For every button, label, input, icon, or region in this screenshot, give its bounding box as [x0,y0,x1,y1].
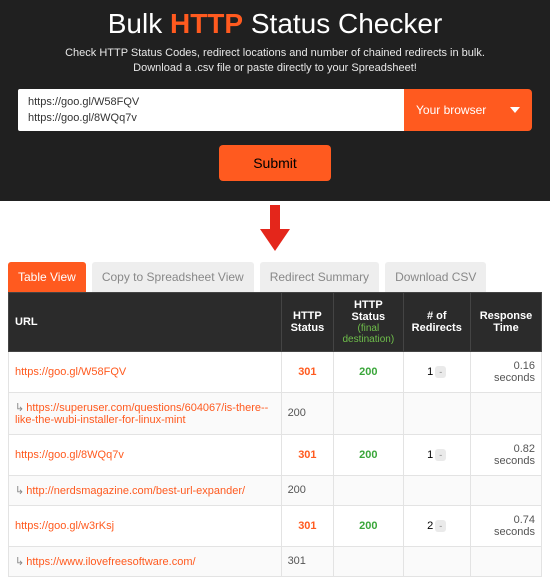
url-link[interactable]: http://nerdsmagazine.com/best-url-expand… [26,485,245,497]
indent-icon: ↳ [15,485,24,497]
expand-icon[interactable]: - [435,366,446,378]
cell-redirects [403,392,470,434]
input-row: Your browser [18,89,532,131]
browser-select-label: Your browser [416,103,486,117]
cell-url: https://goo.gl/8WQq7v [9,434,282,475]
page-title: Bulk HTTP Status Checker [18,8,532,40]
url-input[interactable] [18,89,404,131]
cell-status-final [334,392,403,434]
table-row: https://goo.gl/w3rKsj 3012002-0.74 second… [9,505,542,546]
url-link[interactable]: https://superuser.com/questions/604067/i… [15,402,268,426]
col-redirects: # of Redirects [403,292,470,351]
col-response-time: Response Time [470,292,541,351]
url-link[interactable]: https://www.ilovefreesoftware.com/ [26,556,195,568]
url-link[interactable]: https://goo.gl/W58FQV [15,366,126,378]
table-row: ↳https://superuser.com/questions/604067/… [9,392,542,434]
table-row: ↳http://nerdsmagazine.com/best-url-expan… [9,475,542,505]
col-url: URL [9,292,282,351]
cell-url: ↳https://www.ilovefreesoftware.com/ [9,546,282,576]
cell-status: 301 [281,351,334,392]
indent-icon: ↳ [15,556,24,568]
url-link[interactable]: https://goo.gl/8WQq7v [15,449,124,461]
cell-redirects: 1- [403,434,470,475]
cell-status-final [334,546,403,576]
cell-url: https://goo.gl/w3rKsj [9,505,282,546]
cell-status: 301 [281,434,334,475]
tab-redirect-summary[interactable]: Redirect Summary [260,262,379,292]
expand-icon[interactable]: - [435,520,446,532]
cell-url: https://goo.gl/W58FQV [9,351,282,392]
table-row: https://goo.gl/W58FQV 3012001-0.16 second… [9,351,542,392]
title-accent: HTTP [170,8,243,39]
cell-status-final [334,475,403,505]
subtitle: Check HTTP Status Codes, redirect locati… [65,46,485,77]
browser-select[interactable]: Your browser [404,89,532,131]
cell-redirects [403,546,470,576]
tab-copy-spreadsheet[interactable]: Copy to Spreadsheet View [92,262,254,292]
arrow-down-icon [258,205,292,251]
table-row: https://goo.gl/8WQq7v 3012001-0.82 second… [9,434,542,475]
cell-redirects [403,475,470,505]
title-pre: Bulk [108,8,170,39]
cell-status-final: 200 [334,434,403,475]
tab-table-view[interactable]: Table View [8,262,86,292]
table-row: ↳https://www.ilovefreesoftware.com/301 [9,546,542,576]
col-status: HTTP Status [281,292,334,351]
cell-status: 301 [281,546,334,576]
cell-response-time: 0.82 seconds [470,434,541,475]
col-status-final: HTTP Status (final destination) [334,292,403,351]
results-table: URL HTTP Status HTTP Status (final desti… [8,292,542,577]
cell-status: 200 [281,475,334,505]
url-link[interactable]: https://goo.gl/w3rKsj [15,520,114,532]
cell-response-time: 0.16 seconds [470,351,541,392]
cell-response-time [470,546,541,576]
cell-status-final: 200 [334,505,403,546]
cell-response-time [470,475,541,505]
arrow-annotation [0,201,550,262]
cell-status: 301 [281,505,334,546]
chevron-down-icon [510,107,520,113]
tab-download-csv[interactable]: Download CSV [385,262,486,292]
result-tabs: Table View Copy to Spreadsheet View Redi… [0,262,550,292]
indent-icon: ↳ [15,402,24,414]
cell-url: ↳https://superuser.com/questions/604067/… [9,392,282,434]
expand-icon[interactable]: - [435,449,446,461]
title-post: Status Checker [243,8,442,39]
cell-redirects: 1- [403,351,470,392]
submit-button[interactable]: Submit [219,145,331,181]
hero-section: Bulk HTTP Status Checker Check HTTP Stat… [0,0,550,201]
cell-response-time: 0.74 seconds [470,505,541,546]
cell-redirects: 2- [403,505,470,546]
cell-status-final: 200 [334,351,403,392]
cell-response-time [470,392,541,434]
cell-status: 200 [281,392,334,434]
cell-url: ↳http://nerdsmagazine.com/best-url-expan… [9,475,282,505]
